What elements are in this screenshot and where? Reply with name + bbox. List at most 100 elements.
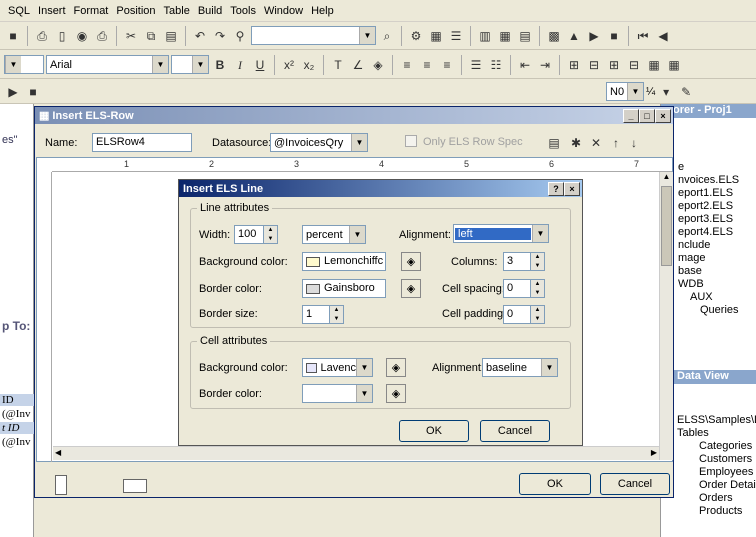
merge-icon[interactable]: ▦ <box>665 56 683 74</box>
menu-window[interactable]: Window <box>260 5 307 17</box>
stop-icon[interactable]: ■ <box>605 27 623 45</box>
color-picker-icon[interactable]: ◈ <box>401 252 421 271</box>
border-size-spinner[interactable]: ▲ ▼ <box>330 305 344 324</box>
ok-button[interactable]: OK <box>519 473 591 495</box>
pen-icon[interactable]: ✎ <box>677 83 695 101</box>
highlight-icon[interactable]: ∠ <box>349 56 367 74</box>
project-icon[interactable]: ■ <box>4 27 22 45</box>
cut-icon[interactable]: ✂ <box>122 27 140 45</box>
cell-padding-spinner[interactable]: ▲ ▼ <box>531 305 545 324</box>
bg-color-field[interactable]: Lemonchiffc <box>302 252 386 271</box>
del-row-icon[interactable]: ⊟ <box>625 56 643 74</box>
tree-item[interactable]: eport2.ELS <box>678 200 739 213</box>
color-picker-icon[interactable]: ◈ <box>386 358 406 377</box>
redo-icon[interactable]: ↷ <box>211 27 229 45</box>
style-combo[interactable]: ▼ <box>4 55 44 74</box>
chevron-down-icon[interactable]: ▼ <box>349 226 365 243</box>
tree-item[interactable]: e <box>678 161 739 174</box>
table-icon[interactable]: ▥ <box>476 27 494 45</box>
width-spinner[interactable]: ▲ ▼ <box>264 225 278 244</box>
chevron-down-icon[interactable]: ▼ <box>351 134 367 151</box>
split-icon[interactable]: ▦ <box>645 56 663 74</box>
tree-item[interactable]: Products <box>677 505 756 518</box>
tree-item[interactable]: Categories <box>677 440 756 453</box>
alignment-select[interactable]: left ▼ <box>453 224 549 243</box>
spin-up-icon[interactable]: ▲ <box>330 306 343 315</box>
cancel-button[interactable]: Cancel <box>480 420 550 442</box>
arrow-icon[interactable]: ▶ <box>4 83 22 101</box>
tree-item[interactable]: eport3.ELS <box>678 213 739 226</box>
tree-item[interactable]: Employees <box>677 466 756 479</box>
first-icon[interactable]: ⏮ <box>634 27 652 45</box>
chevron-down-icon[interactable]: ▼ <box>356 385 372 402</box>
tree-item[interactable]: base <box>678 265 739 278</box>
undo-icon[interactable]: ↶ <box>191 27 209 45</box>
tree-item[interactable]: WDB <box>678 278 739 291</box>
tree-item[interactable]: Orders <box>677 492 756 505</box>
delete-icon[interactable]: ✕ <box>587 134 605 152</box>
spin-up-icon[interactable]: ▲ <box>531 253 544 262</box>
properties-icon[interactable]: ▦ <box>427 27 445 45</box>
width-input[interactable]: 100 <box>234 225 264 244</box>
indent-icon[interactable]: ⇥ <box>536 56 554 74</box>
tree-item[interactable]: eport4.ELS <box>678 226 739 239</box>
ruler-icon[interactable] <box>123 479 147 493</box>
color-picker-icon[interactable]: ◈ <box>401 279 421 298</box>
grid-icon[interactable]: ▦ <box>496 27 514 45</box>
bold-icon[interactable]: B <box>211 56 229 74</box>
scroll-left-icon[interactable]: ◀ <box>55 448 61 457</box>
tree-item[interactable]: nvoices.ELS <box>678 174 739 187</box>
copy-icon[interactable]: ▤ <box>545 134 563 152</box>
align-left-icon[interactable]: ≡ <box>398 56 416 74</box>
help-icon[interactable]: ? <box>548 181 564 196</box>
superscript-icon[interactable]: x² <box>280 56 298 74</box>
cell-spacing-input[interactable]: 0 <box>503 279 531 298</box>
close-icon[interactable]: × <box>564 181 580 196</box>
datasource-select[interactable]: @InvoicesQry ▼ <box>270 133 368 152</box>
columns-icon[interactable]: ▤ <box>516 27 534 45</box>
font-combo[interactable]: Arial ▼ <box>46 55 169 74</box>
size-combo[interactable]: ▼ <box>171 55 209 74</box>
scroll-right-icon[interactable]: ▶ <box>651 448 657 457</box>
prev-icon[interactable]: ◀ <box>654 27 672 45</box>
menu-tools[interactable]: Tools <box>226 5 260 17</box>
run-icon[interactable]: ▲ <box>565 27 583 45</box>
spin-down-icon[interactable]: ▼ <box>330 315 343 324</box>
chevron-down-icon[interactable]: ▼ <box>192 56 208 73</box>
align-center-icon[interactable]: ≡ <box>418 56 436 74</box>
menu-format[interactable]: Format <box>70 5 113 17</box>
name-input[interactable]: ELSRow4 <box>92 133 192 152</box>
cell-padding-input[interactable]: 0 <box>503 305 531 324</box>
menu-position[interactable]: Position <box>112 5 159 17</box>
move-up-icon[interactable]: ↑ <box>607 134 625 152</box>
spin-up-icon[interactable]: ▲ <box>531 280 544 289</box>
underline-icon[interactable]: U <box>251 56 269 74</box>
cell-alignment-select[interactable]: baseline ▼ <box>482 358 558 377</box>
cell-spacing-spinner[interactable]: ▲ ▼ <box>531 279 545 298</box>
italic-icon[interactable]: I <box>231 56 249 74</box>
chevron-down-icon[interactable]: ▼ <box>541 359 557 376</box>
preview-icon[interactable]: ◉ <box>73 27 91 45</box>
font-color-icon[interactable]: T <box>329 56 347 74</box>
menu-build[interactable]: Build <box>194 5 226 17</box>
fraction-label[interactable]: ¼ <box>646 86 655 98</box>
menu-sql[interactable]: SQL <box>4 5 34 17</box>
cell-border-select[interactable]: ▼ <box>302 384 373 403</box>
fill-icon[interactable]: ◈ <box>369 56 387 74</box>
align-right-icon[interactable]: ≡ <box>438 56 456 74</box>
spin-down-icon[interactable]: ▼ <box>531 315 544 324</box>
border-size-input[interactable]: 1 <box>302 305 330 324</box>
zoom-combo[interactable]: N0 ▼ <box>606 82 644 101</box>
tools-icon[interactable]: ⚙ <box>407 27 425 45</box>
tree-item[interactable]: Order Details <box>677 479 756 492</box>
list-icon[interactable]: ☰ <box>447 27 465 45</box>
spin-up-icon[interactable]: ▲ <box>531 306 544 315</box>
tree-item[interactable]: Tables <box>677 427 756 440</box>
bullets-icon[interactable]: ☰ <box>467 56 485 74</box>
ins-col-icon[interactable]: ⊞ <box>565 56 583 74</box>
menu-help[interactable]: Help <box>307 5 338 17</box>
width-unit-select[interactable]: percent ▼ <box>302 225 366 244</box>
ok-button[interactable]: OK <box>399 420 469 442</box>
chevron-down-icon[interactable]: ▼ <box>532 225 548 242</box>
columns-input[interactable]: 3 <box>503 252 531 271</box>
